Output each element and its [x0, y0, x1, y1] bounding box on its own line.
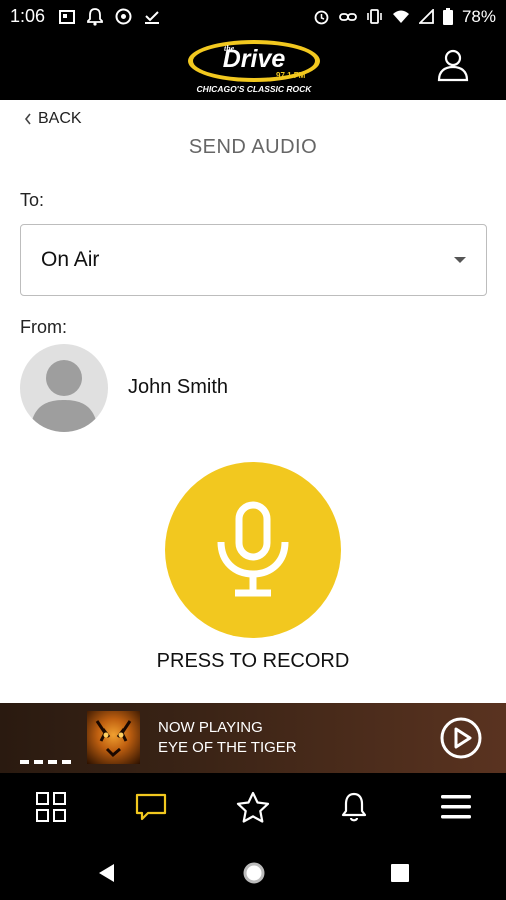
back-button[interactable]: BACK — [24, 110, 82, 128]
logo-tagline: CHICAGO'S CLASSIC ROCK — [196, 84, 312, 94]
hamburger-menu-icon — [441, 795, 471, 819]
avatar — [20, 344, 108, 432]
station-logo[interactable]: the Drive 97.1 FM CHICAGO'S CLASSIC ROCK — [184, 37, 324, 97]
now-playing-heading: NOW PLAYING — [158, 719, 263, 736]
svg-text:97.1 FM: 97.1 FM — [276, 71, 306, 80]
system-recents-icon[interactable] — [390, 863, 410, 883]
play-icon — [440, 717, 482, 759]
microphone-icon — [217, 501, 289, 597]
bell-notification-icon — [87, 7, 103, 26]
recipient-dropdown[interactable]: On Air — [20, 224, 487, 296]
back-label: BACK — [38, 110, 82, 127]
drive-logo-icon: the Drive 97.1 FM — [188, 40, 320, 82]
notification-icons — [59, 7, 160, 26]
to-label: To: — [20, 190, 45, 210]
app-screen: 1:06 78% the Drive 97.1 FM CHICAGO'S CLA… — [0, 0, 506, 900]
svg-text:Drive: Drive — [223, 45, 286, 73]
signal-icon — [418, 9, 434, 24]
page-title: SEND AUDIO — [188, 136, 318, 158]
app-header: the Drive 97.1 FM CHICAGO'S CLASSIC ROCK — [0, 33, 506, 100]
system-home-icon[interactable] — [242, 861, 266, 885]
link-icon — [339, 12, 357, 21]
nav-home[interactable] — [33, 789, 69, 825]
nav-menu[interactable] — [438, 789, 474, 825]
system-nav-bar — [0, 843, 506, 900]
record-button[interactable] — [165, 462, 341, 638]
recipient-value: On Air — [41, 248, 100, 271]
album-art — [87, 711, 140, 764]
profile-button[interactable] — [436, 48, 470, 82]
alarm-icon — [314, 10, 329, 25]
wifi-icon — [392, 10, 409, 23]
nav-favorites[interactable] — [235, 789, 271, 825]
now-playing-bar[interactable]: NOW PLAYING EYE OF THE TIGER — [0, 703, 506, 773]
dropdown-arrow-icon — [454, 257, 466, 263]
status-right: 78% — [313, 7, 496, 27]
news-icon — [59, 9, 76, 24]
chevron-left-icon — [24, 113, 31, 125]
user-name: John Smith — [128, 376, 229, 398]
from-label: From: — [20, 317, 67, 337]
status-time: 1:06 — [10, 6, 46, 26]
tiger-image — [95, 720, 132, 758]
grid-icon — [36, 792, 66, 822]
download-done-icon — [145, 10, 160, 24]
system-back-icon[interactable] — [96, 862, 116, 884]
bottom-nav — [0, 773, 506, 843]
status-bar: 1:06 78% — [0, 0, 506, 33]
vibrate-icon — [367, 9, 382, 24]
bell-icon — [341, 792, 367, 822]
sync-icon — [115, 8, 132, 25]
nav-messages[interactable] — [133, 789, 169, 825]
record-label: PRESS TO RECORD — [156, 650, 350, 672]
user-icon — [437, 49, 469, 82]
battery-percent: 78% — [461, 6, 496, 26]
battery-icon — [442, 8, 453, 25]
equalizer-icon — [20, 760, 71, 764]
default-avatar-icon — [30, 360, 98, 432]
play-button[interactable] — [440, 717, 482, 759]
nav-notifications[interactable] — [336, 789, 372, 825]
star-icon — [236, 791, 270, 823]
now-playing-track: EYE OF THE TIGER — [158, 739, 297, 756]
message-icon — [135, 793, 167, 821]
